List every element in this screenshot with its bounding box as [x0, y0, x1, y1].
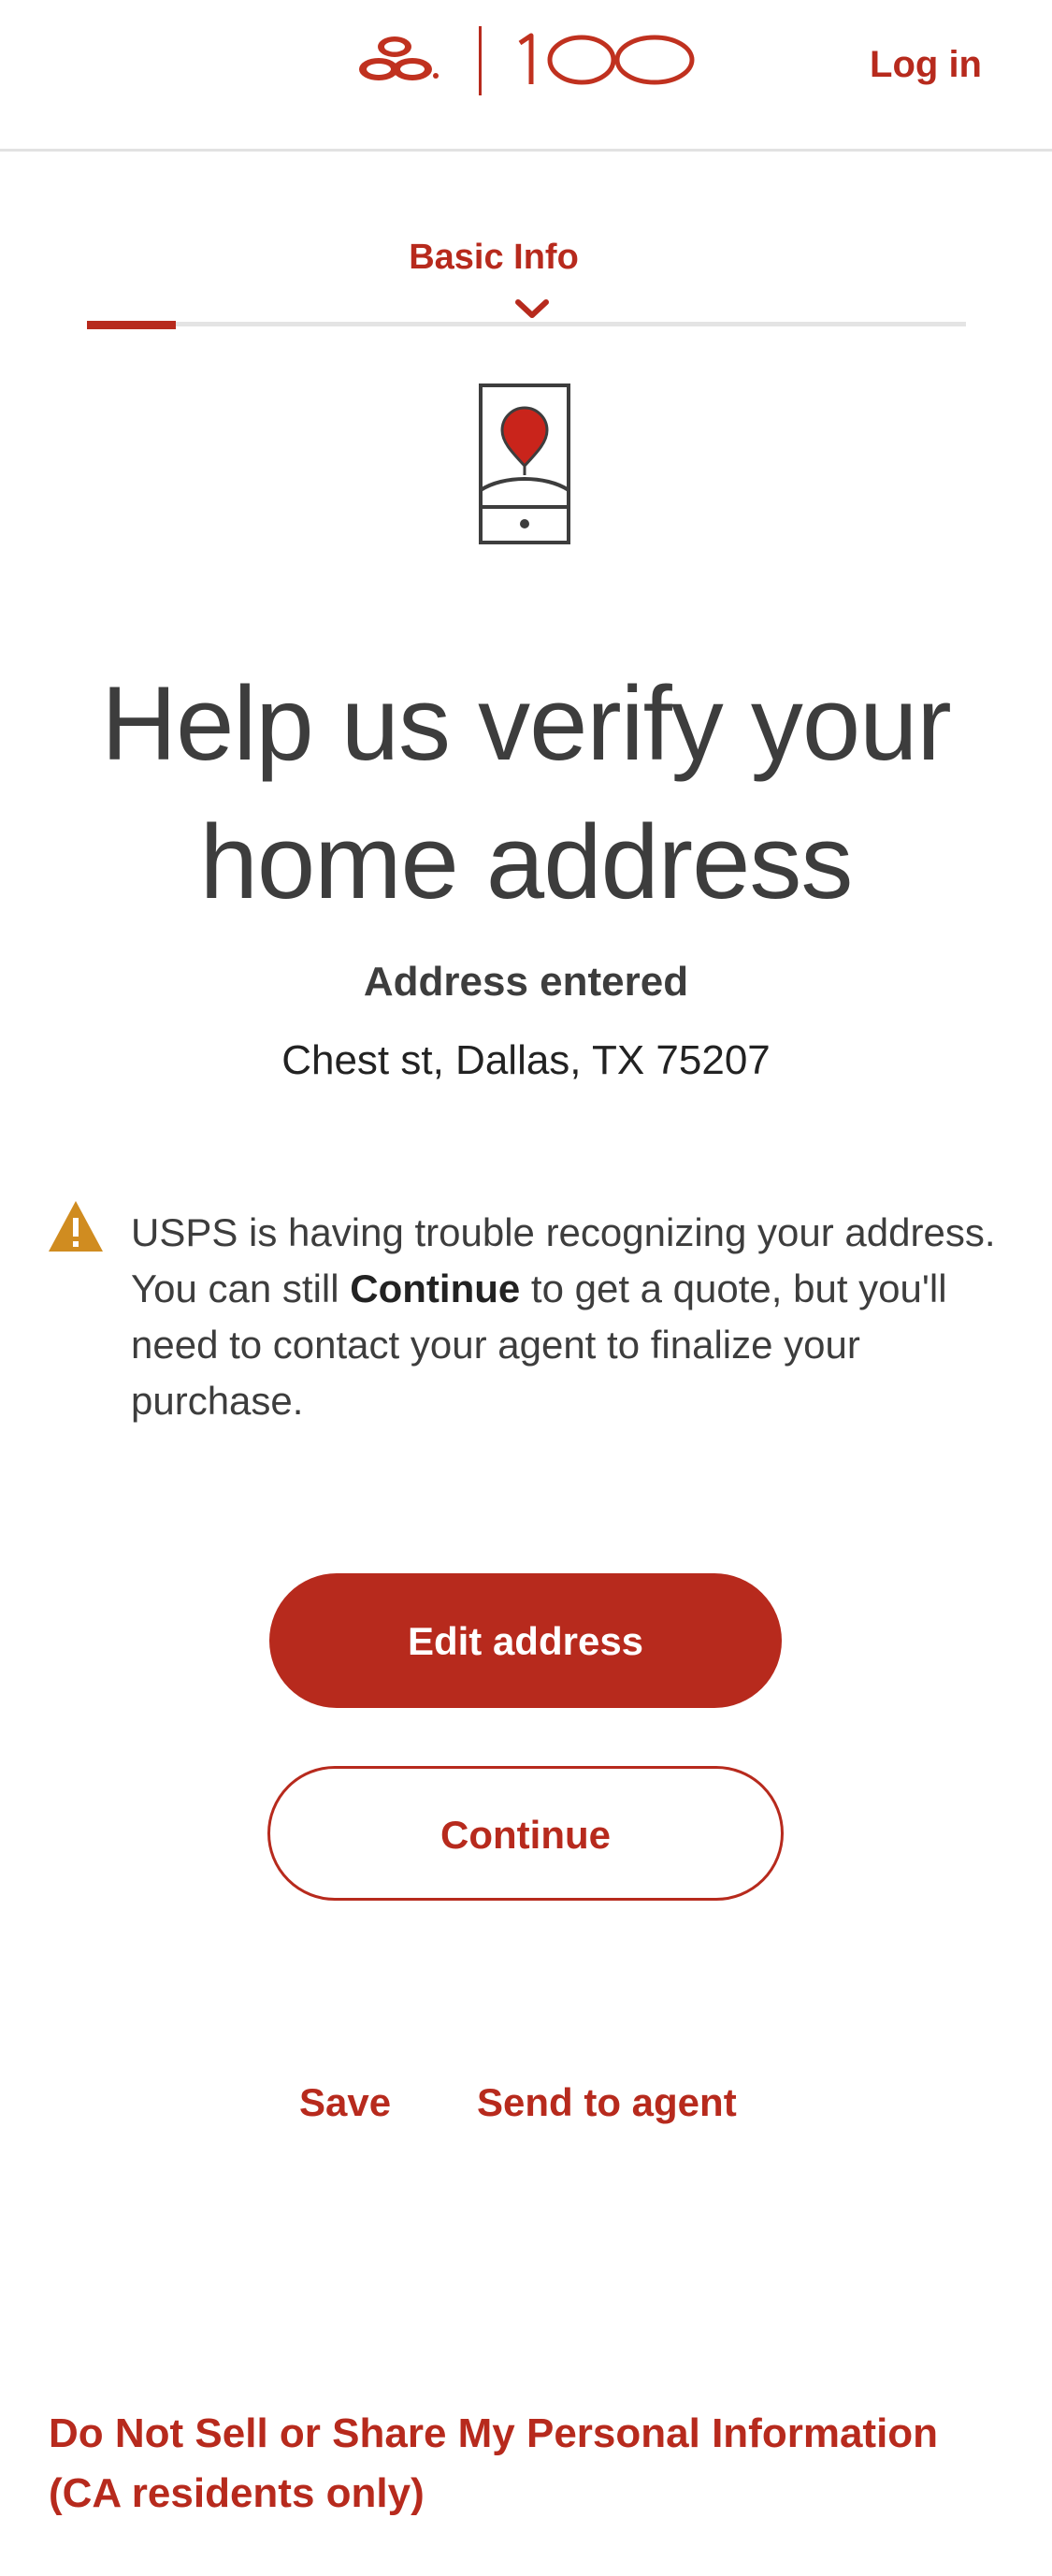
progress-track [87, 322, 966, 326]
address-entered-value: Chest st, Dallas, TX 75207 [281, 1037, 771, 1083]
phone-location-pin-icon [479, 384, 570, 544]
continue-button[interactable]: Continue [267, 1766, 784, 1901]
login-link[interactable]: Log in [842, 39, 982, 90]
edit-address-button[interactable]: Edit address [269, 1573, 782, 1708]
send-to-agent-link[interactable]: Send to agent [477, 2077, 757, 2129]
page-title: Help us verify your home address [101, 665, 951, 920]
warning-triangle-icon [49, 1201, 103, 1252]
progress-step-label[interactable]: Basic Info [374, 234, 613, 281]
privacy-link-line-1: Do Not Sell or Share My Personal Informa… [49, 2410, 939, 2456]
usps-warning-message: USPS is having trouble recognizing your … [131, 1205, 996, 1429]
state-farm-100-logo[interactable] [355, 24, 701, 95]
progress-fill [87, 321, 176, 329]
do-not-sell-link[interactable]: Do Not Sell or Share My Personal Informa… [49, 2404, 984, 2524]
warning-text-continue: Continue [350, 1266, 521, 1310]
logo-divider [479, 26, 482, 95]
site-header: Log in [0, 0, 1052, 152]
privacy-link-line-2: (CA residents only) [49, 2470, 425, 2516]
save-link[interactable]: Save [299, 2077, 402, 2129]
centennial-100-icon [518, 33, 695, 85]
chevron-down-icon [515, 299, 549, 318]
address-entered-label: Address entered [363, 959, 689, 1005]
